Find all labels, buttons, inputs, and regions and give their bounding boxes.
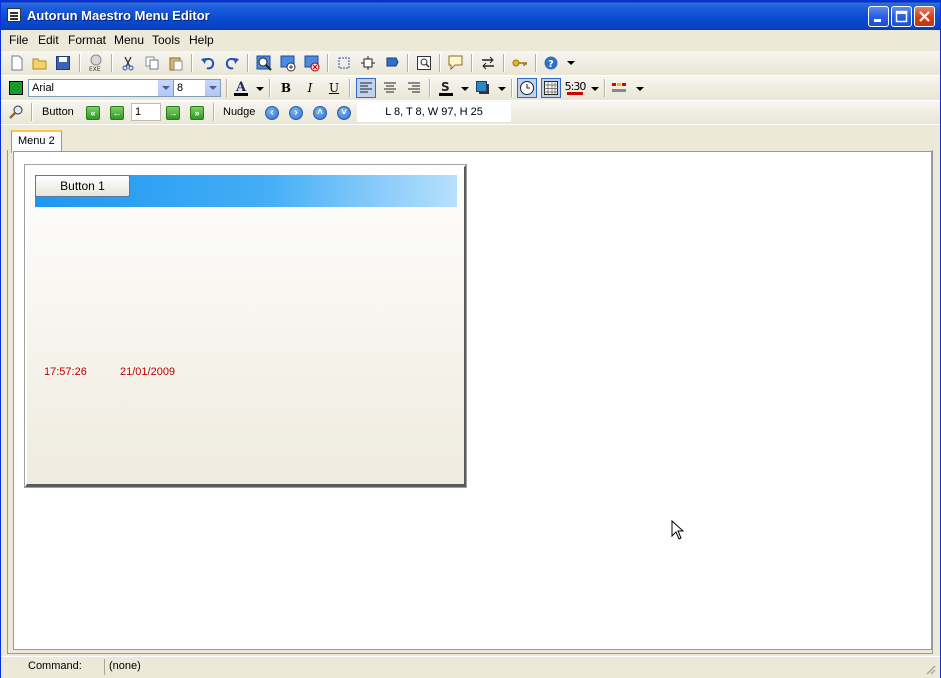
speech-bubble-icon[interactable] [446,53,466,73]
maximize-icon [895,10,908,23]
menu-file[interactable]: File [9,33,28,47]
font-name-select[interactable]: Arial [28,79,174,97]
select-grid-icon[interactable] [334,53,354,73]
status-value: (none) [109,660,141,672]
bold-button[interactable]: B [276,78,296,98]
text-shadow-dropdown[interactable] [461,87,469,91]
flag-icon[interactable] [382,53,402,73]
paste-icon[interactable] [166,53,186,73]
menu-help[interactable]: Help [189,33,214,47]
nudge-up-icon[interactable]: ˄ [313,106,327,120]
minimize-button[interactable] [868,6,889,27]
nudge-right-icon[interactable]: › [289,106,303,120]
close-button[interactable] [914,6,935,27]
image-icon[interactable] [414,53,434,73]
text-shadow-icon[interactable]: S [436,78,456,98]
copy-icon[interactable] [142,53,162,73]
status-label: Command: [28,660,82,672]
open-folder-icon[interactable] [30,53,50,73]
add-page-icon[interactable] [278,53,298,73]
nudge-down-icon[interactable]: ˅ [337,106,351,120]
chevron-down-icon[interactable] [204,80,220,96]
button-1[interactable]: Button 1 [35,175,130,197]
mouse-cursor-icon [671,520,685,540]
align-center-icon[interactable] [380,78,400,98]
status-bar: Command: (none) [1,656,940,678]
shadow-icon[interactable] [473,78,493,98]
nudge-left-icon[interactable]: ‹ [265,106,279,120]
format-toolbar: Arial 8 A B I U S 5:30 [1,76,940,101]
window-title: Autorun Maestro Menu Editor [27,8,210,23]
menu-menu[interactable]: Menu [114,33,144,47]
first-icon[interactable]: « [86,106,100,120]
underline-button[interactable]: U [324,78,344,98]
time-format-dropdown[interactable] [591,87,599,91]
maximize-button[interactable] [891,6,912,27]
clock-time[interactable]: 17:57:26 [44,366,87,378]
position-readout: L 8, T 8, W 97, H 25 [357,102,511,122]
svg-text:A: A [235,80,247,95]
chevron-down-icon[interactable] [157,80,173,96]
next-icon[interactable]: → [166,106,180,120]
main-window: Autorun Maestro Menu Editor File Edit Fo… [0,0,941,678]
align-right-icon[interactable] [404,78,424,98]
build-exe-icon[interactable]: EXE [86,53,106,73]
font-size-select[interactable]: 8 [173,79,221,97]
navigation-toolbar: Button « ← 1 → » Nudge ‹ › ˄ ˅ L 8, T 8,… [1,101,940,125]
last-icon[interactable]: » [190,106,204,120]
time-format-icon[interactable]: 5:30 [564,78,587,98]
zoom-icon[interactable] [6,102,26,122]
new-file-icon[interactable] [7,53,27,73]
undo-icon[interactable] [198,53,218,73]
resize-grip-icon[interactable] [924,663,936,675]
tab-strip: Menu 2 [5,126,937,153]
svg-text:S: S [441,80,450,94]
font-size-value: 8 [177,82,184,94]
object-type-label: Button [42,106,74,118]
italic-button[interactable]: I [300,78,320,98]
color-palette-dropdown[interactable] [636,87,644,91]
snap-icon[interactable] [358,53,378,73]
clock-icon[interactable] [517,78,537,98]
preview-icon[interactable] [254,53,274,73]
font-color-dropdown[interactable] [256,87,264,91]
font-name-value: Arial [32,82,55,94]
color-palette-icon[interactable] [610,78,630,98]
object-index-input[interactable]: 1 [131,103,161,121]
cut-icon[interactable] [118,53,138,73]
save-icon[interactable] [53,53,73,73]
svg-text:?: ? [548,59,554,70]
clock-date[interactable]: 21/01/2009 [120,366,175,378]
fill-color-icon[interactable] [6,78,26,98]
main-toolbar: EXE ? [1,51,940,76]
menu-tools[interactable]: Tools [152,33,180,47]
redo-icon[interactable] [222,53,242,73]
header-bar[interactable]: Button 1 [35,175,457,207]
time-format-label: 5:30 [564,80,587,93]
menu-edit[interactable]: Edit [38,33,59,47]
app-icon[interactable] [7,8,21,22]
key-icon[interactable] [510,53,530,73]
align-left-icon[interactable] [356,78,376,98]
title-bar[interactable]: Autorun Maestro Menu Editor [1,1,940,30]
close-icon [919,11,930,22]
svg-text:EXE: EXE [89,66,101,72]
calendar-icon[interactable] [541,78,561,98]
delete-page-icon[interactable] [302,53,322,73]
menu-bar: File Edit Format Menu Tools Help [1,30,940,50]
prev-icon[interactable]: ← [110,106,124,120]
minimize-icon [874,19,881,22]
help-icon[interactable]: ? [541,53,561,73]
menu-format[interactable]: Format [68,33,106,47]
shadow-dropdown[interactable] [498,87,506,91]
font-color-icon[interactable]: A [231,78,251,98]
nudge-label: Nudge [223,106,256,118]
menu-panel[interactable]: Button 1 17:57:26 21/01/2009 [24,164,467,488]
link-icon[interactable] [478,53,498,73]
help-dropdown-arrow[interactable] [567,61,575,65]
